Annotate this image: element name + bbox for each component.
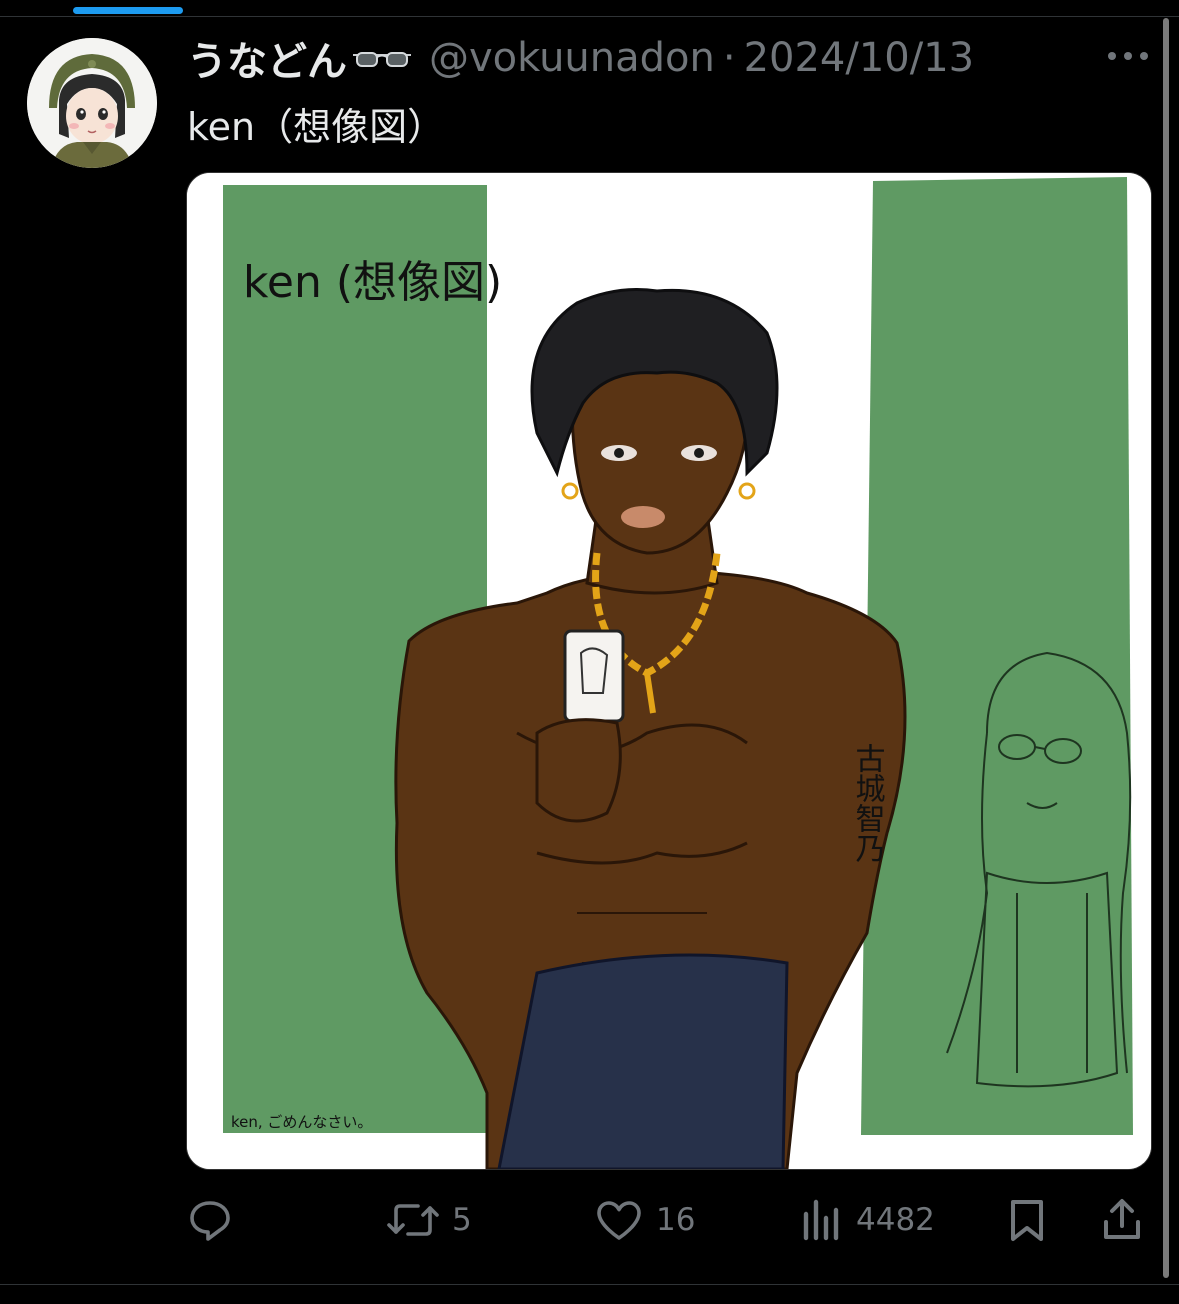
tweet-actions: 5 16 4482 bbox=[0, 1190, 1179, 1250]
drawing-signature: ken, ごめんなさい。 bbox=[231, 1113, 372, 1131]
tweet-date[interactable]: 2024/10/13 bbox=[744, 35, 975, 81]
reply-icon bbox=[190, 1201, 230, 1241]
sunglasses-icon bbox=[351, 45, 413, 71]
heart-icon bbox=[597, 1201, 641, 1240]
scrollbar[interactable] bbox=[1160, 18, 1172, 1280]
more-options-icon[interactable] bbox=[1104, 46, 1152, 66]
share-icon bbox=[1104, 1199, 1140, 1239]
top-bar bbox=[0, 0, 1179, 17]
share-button[interactable] bbox=[1100, 1190, 1144, 1250]
separator-dot: · bbox=[722, 35, 736, 81]
views-chart-icon bbox=[803, 1199, 839, 1241]
reply-button[interactable] bbox=[186, 1190, 234, 1250]
retweet-button[interactable]: 5 bbox=[386, 1190, 472, 1250]
scrollbar-thumb[interactable] bbox=[1163, 18, 1169, 1278]
retweet-icon bbox=[387, 1204, 439, 1236]
avatar[interactable] bbox=[27, 38, 157, 168]
tweet-text: ken（想像図） bbox=[187, 105, 446, 149]
bookmark-button[interactable] bbox=[1006, 1190, 1048, 1250]
tweet-header: うなどん @vokuunadon · 2024/10/13 bbox=[187, 30, 974, 86]
views-count: 4482 bbox=[856, 1202, 935, 1238]
tab-indicator bbox=[73, 7, 183, 14]
drawing-title: ken (想像図) bbox=[243, 257, 502, 308]
user-handle[interactable]: @vokuunadon bbox=[429, 35, 715, 81]
divider bbox=[0, 1284, 1179, 1285]
like-button[interactable]: 16 bbox=[594, 1190, 695, 1250]
retweet-count: 5 bbox=[452, 1202, 472, 1238]
views-button[interactable]: 4482 bbox=[800, 1190, 935, 1250]
bookmark-icon bbox=[1011, 1200, 1043, 1241]
like-count: 16 bbox=[656, 1202, 696, 1238]
tweet-image[interactable]: ken (想像図) ken, ごめんなさい。 古城智乃 bbox=[186, 172, 1152, 1170]
display-name[interactable]: うなどん bbox=[187, 29, 347, 87]
tattoo-text: 古城智乃 bbox=[850, 743, 886, 863]
